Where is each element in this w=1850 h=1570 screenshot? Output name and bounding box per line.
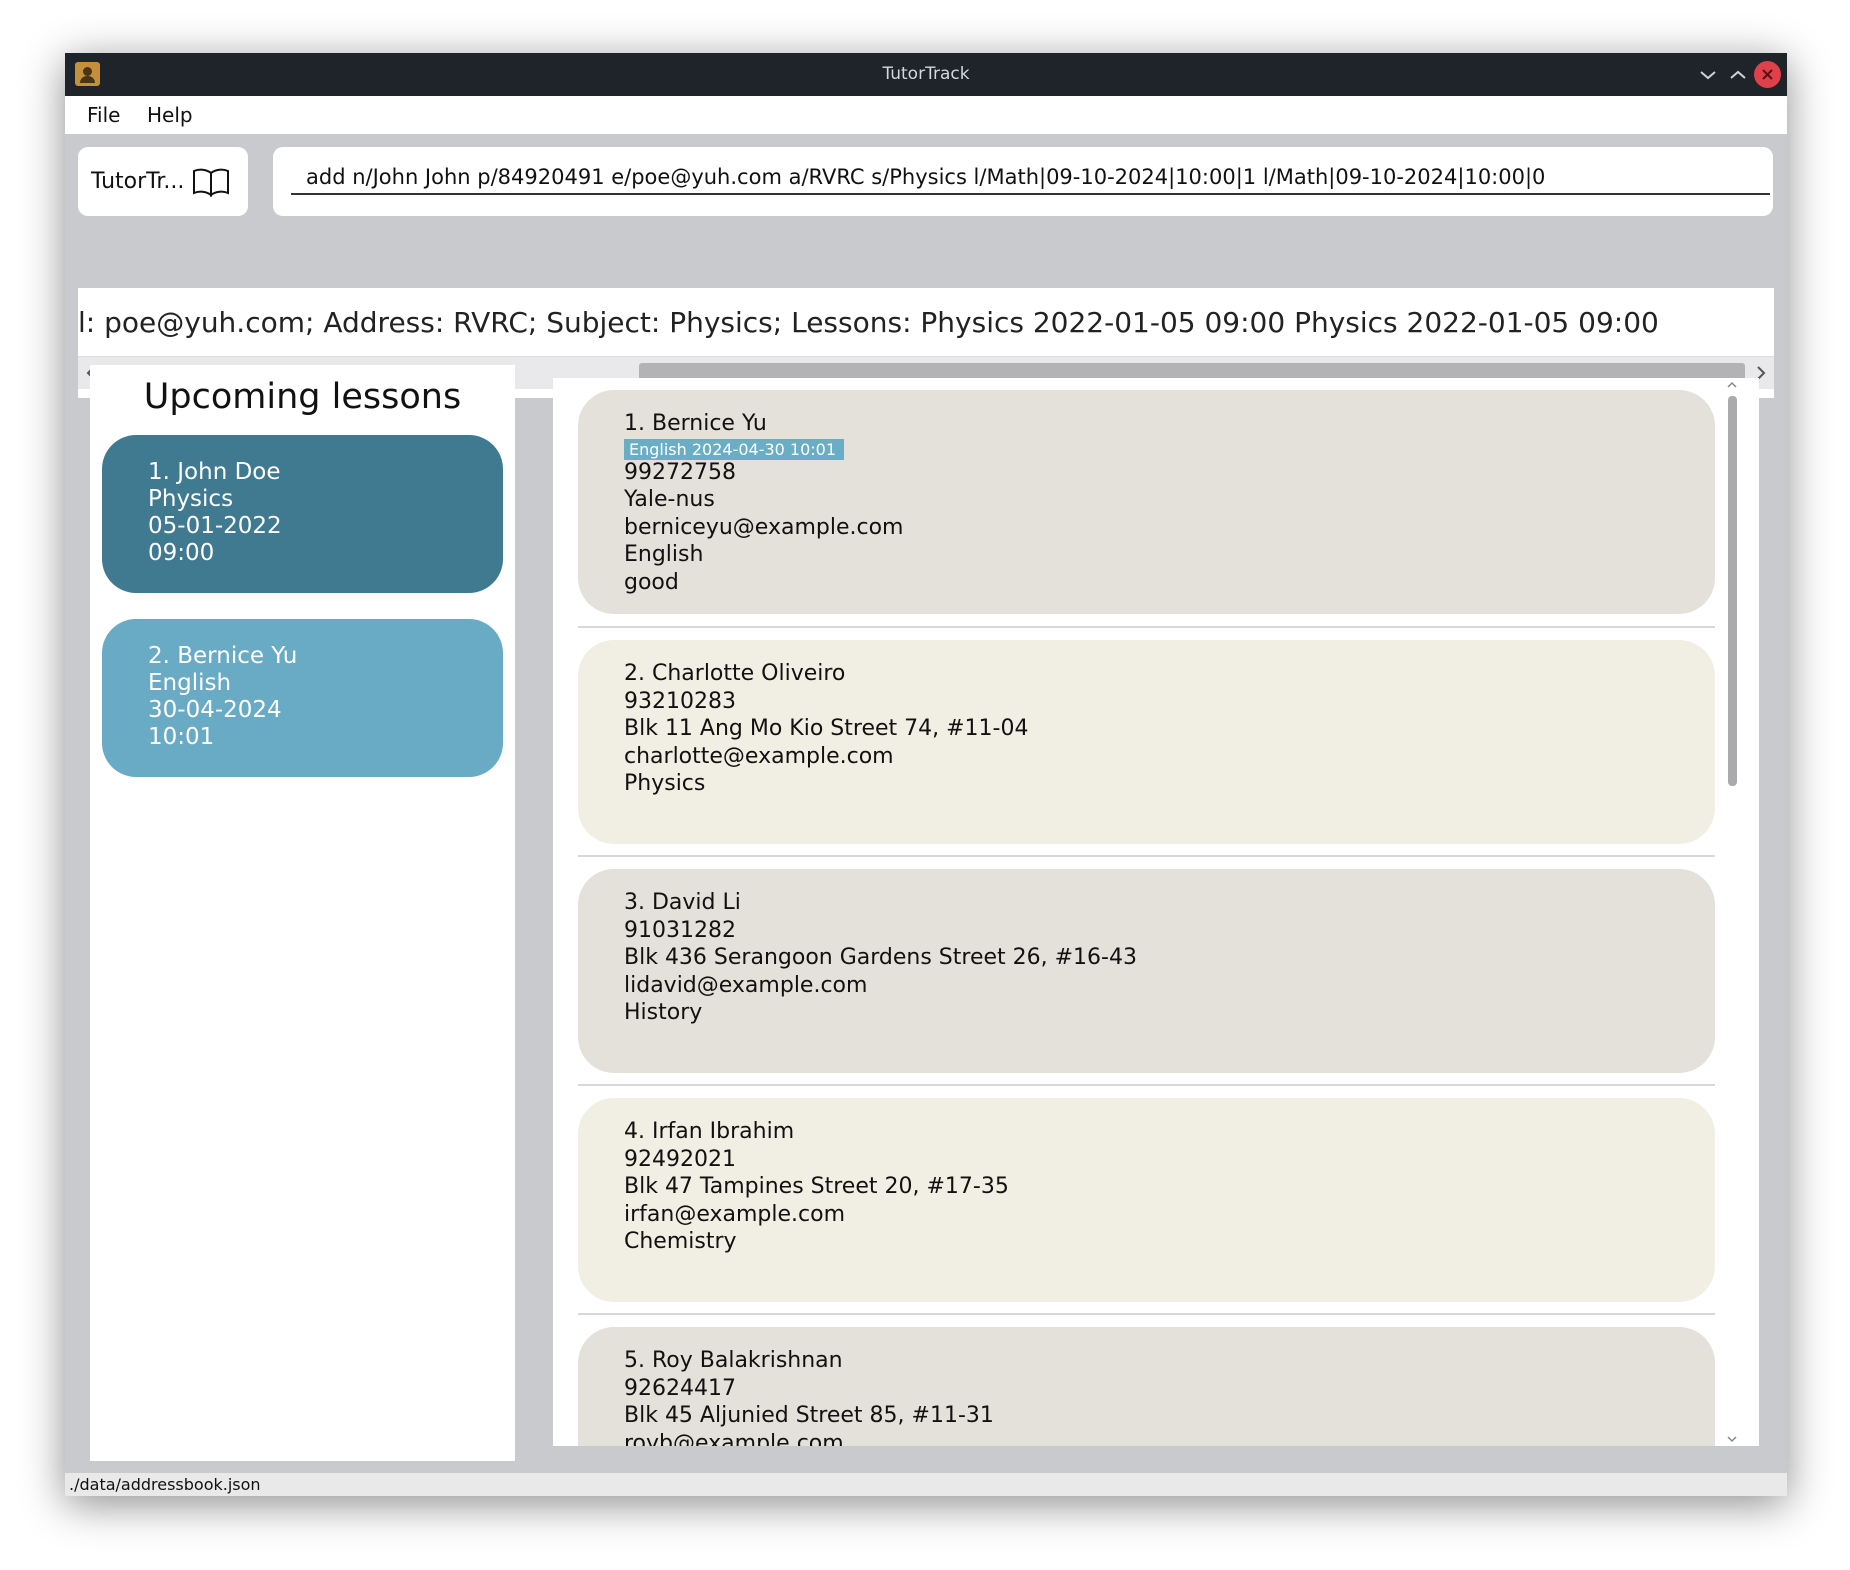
person-subject: Chemistry [624,1229,737,1254]
vertical-scrollbar[interactable] [1725,378,1739,1446]
result-text: l: poe@yuh.com; Address: RVRC; Subject: … [78,306,1659,339]
lesson-tag: English 2024-04-30 10:01 [624,438,845,460]
person-name: 5. Roy Balakrishnan [624,1348,843,1373]
lesson-date: 30-04-2024 [148,697,282,723]
person-name: 3. David Li [624,890,741,915]
person-card[interactable]: 4. Irfan Ibrahim 92492021 Blk 47 Tampine… [578,1098,1715,1302]
close-icon [1762,69,1773,80]
person-name: 4. Irfan Ibrahim [624,1119,795,1144]
person-phone: 92624417 [624,1375,736,1401]
person-card[interactable]: 5. Roy Balakrishnan 92624417 Blk 45 Alju… [578,1327,1715,1446]
chevron-down-icon [1727,1436,1737,1443]
close-button[interactable] [1754,61,1781,88]
minimize-button[interactable] [1693,60,1723,90]
person-phone: 92492021 [624,1146,736,1172]
person-address: Yale-nus [624,487,715,512]
maximize-button[interactable] [1723,60,1753,90]
lesson-time: 09:00 [148,540,215,566]
brand-label: TutorTr... [91,169,185,194]
upcoming-lesson-card[interactable]: 1. John Doe Physics 05-01-2022 09:00 [102,435,503,593]
menu-file[interactable]: File [87,96,120,134]
title-bar: TutorTrack [65,53,1787,96]
chevron-down-icon [1700,71,1716,80]
lesson-student: 2. Bernice Yu [148,643,298,669]
person-card[interactable]: 1. Bernice Yu English 2024-04-30 10:01 9… [578,390,1715,614]
command-area: TutorTr... l: poe@yuh.com; Address: RVRC… [65,134,1787,398]
person-card[interactable]: 3. David Li 91031282 Blk 436 Serangoon G… [578,869,1715,1073]
lesson-subject: English [148,670,232,696]
menu-help[interactable]: Help [147,96,193,134]
lesson-subject: Physics [148,486,234,512]
chevron-up-icon [1730,70,1746,79]
lesson-date: 05-01-2022 [148,513,282,539]
status-bar: ./data/addressbook.json [65,1473,1787,1496]
app-window: TutorTrack File Help TutorTr... l: poe@y… [65,53,1787,1496]
person-subject: History [624,1000,703,1025]
lesson-student: 1. John Doe [148,459,281,485]
person-note: good [624,569,679,595]
person-email: irfan@example.com [624,1201,845,1227]
list-divider [578,855,1715,857]
list-divider [578,1313,1715,1315]
person-email: lidavid@example.com [624,972,868,998]
person-address: Blk 436 Serangoon Gardens Street 26, #16… [624,945,1137,970]
lesson-time: 10:01 [148,724,215,750]
list-divider [578,626,1715,628]
person-address: Blk 45 Aljunied Street 85, #11-31 [624,1403,994,1428]
menu-bar: File Help [65,96,1787,134]
person-email: charlotte@example.com [624,743,894,769]
person-subject: English [624,542,704,567]
person-phone: 91031282 [624,917,736,943]
status-path: ./data/addressbook.json [69,1475,261,1494]
person-name: 2. Charlotte Oliveiro [624,661,846,686]
person-address: Blk 47 Tampines Street 20, #17-35 [624,1174,1009,1199]
person-phone: 99272758 [624,459,736,485]
person-email: royb@example.com [624,1430,844,1447]
command-input[interactable] [291,161,1770,195]
upcoming-lessons-title: Upcoming lessons [143,377,462,417]
window-title: TutorTrack [882,64,970,84]
person-name: 1. Bernice Yu [624,411,767,436]
person-subject: Physics [624,771,706,796]
vertical-scroll-thumb[interactable] [1728,396,1737,786]
upcoming-lessons-panel: Upcoming lessons 1. John Doe Physics 05-… [90,365,515,1461]
list-divider [578,1084,1715,1086]
chevron-up-icon [1727,381,1737,388]
brand-box: TutorTr... [78,147,248,216]
book-icon [193,168,230,197]
person-list-panel: 1. Bernice Yu English 2024-04-30 10:01 9… [553,378,1759,1446]
person-email: berniceyu@example.com [624,514,904,540]
person-card[interactable]: 2. Charlotte Oliveiro 93210283 Blk 11 An… [578,640,1715,844]
command-box [273,147,1773,216]
upcoming-lesson-card[interactable]: 2. Bernice Yu English 30-04-2024 10:01 [102,619,503,777]
person-phone: 93210283 [624,688,736,714]
person-address: Blk 11 Ang Mo Kio Street 74, #11-04 [624,716,1029,741]
